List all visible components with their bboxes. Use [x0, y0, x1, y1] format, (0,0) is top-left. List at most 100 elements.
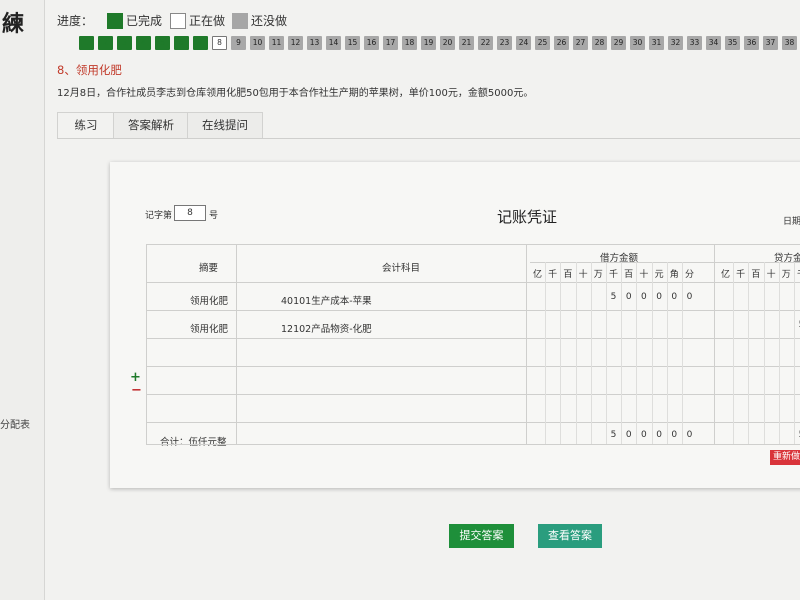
- row2-credit-digit[interactable]: 5: [795, 320, 800, 330]
- question-21-button[interactable]: 21: [459, 36, 474, 50]
- question-5-button[interactable]: 5: [155, 36, 170, 50]
- debit-digit-divider-10: [682, 262, 683, 444]
- question-25-button[interactable]: 25: [535, 36, 550, 50]
- question-32-button[interactable]: 32: [668, 36, 683, 50]
- total-debit-digit[interactable]: 0: [668, 430, 681, 440]
- question-10-button[interactable]: 10: [250, 36, 265, 50]
- voucher-number-input[interactable]: 8: [174, 205, 206, 221]
- debit-unit-5: 千: [608, 270, 618, 280]
- row-divider-5: [146, 394, 800, 395]
- legend-done: 已完成: [107, 12, 162, 29]
- question-30-button[interactable]: 30: [630, 36, 645, 50]
- row1-debit-digit[interactable]: 0: [668, 292, 681, 302]
- question-36-button[interactable]: 36: [744, 36, 759, 50]
- row2-account[interactable]: 12102产品物资-化肥: [281, 321, 372, 335]
- question-35-button[interactable]: 35: [725, 36, 740, 50]
- row-divider-2: [146, 310, 800, 311]
- question-23-button[interactable]: 23: [497, 36, 512, 50]
- row-divider-1: [146, 282, 800, 283]
- question-31-button[interactable]: 31: [649, 36, 664, 50]
- row1-debit-digit[interactable]: 0: [637, 292, 650, 302]
- tab-practice[interactable]: 练习: [57, 112, 115, 138]
- question-17-button[interactable]: 17: [383, 36, 398, 50]
- total-debit-digit[interactable]: 5: [607, 430, 620, 440]
- credit-digit-divider-1: [733, 262, 735, 444]
- tab-bar: 练习 答案解析 在线提问: [57, 112, 800, 139]
- credit-digit-divider-4: [778, 262, 780, 444]
- total-debit-digit[interactable]: 0: [622, 430, 635, 440]
- question-3-button[interactable]: 3: [117, 36, 132, 50]
- question-37-button[interactable]: 37: [763, 36, 778, 50]
- row-divider-0: [146, 244, 800, 245]
- question-6-button[interactable]: 6: [174, 36, 189, 50]
- question-12-button[interactable]: 12: [288, 36, 303, 50]
- view-answer-button[interactable]: 查看答案: [538, 524, 602, 548]
- debit-unit-9: 角: [669, 270, 679, 280]
- debit-digit-divider-5: [606, 262, 607, 444]
- credit-unit-3: 十: [766, 270, 776, 280]
- tab-online-question[interactable]: 在线提问: [187, 112, 263, 138]
- legend-todo: 还没做: [232, 12, 287, 29]
- row2-summary[interactable]: 领用化肥: [190, 321, 228, 335]
- question-7-button[interactable]: 7: [193, 36, 208, 50]
- question-14-button[interactable]: 14: [326, 36, 341, 50]
- question-29-button[interactable]: 29: [611, 36, 626, 50]
- row1-account[interactable]: 40101生产成本-苹果: [281, 293, 372, 307]
- question-27-button[interactable]: 27: [573, 36, 588, 50]
- question-title: 8、领用化肥: [57, 63, 122, 77]
- question-11-button[interactable]: 11: [269, 36, 284, 50]
- question-18-button[interactable]: 18: [402, 36, 417, 50]
- question-28-button[interactable]: 28: [592, 36, 607, 50]
- debit-unit-0: 亿: [532, 270, 542, 280]
- submit-answer-button[interactable]: 提交答案: [449, 524, 514, 548]
- question-38-button[interactable]: 38: [782, 36, 797, 50]
- row1-debit-digit[interactable]: 5: [607, 292, 620, 302]
- question-24-button[interactable]: 24: [516, 36, 531, 50]
- debit-unit-10: 分: [684, 270, 694, 280]
- question-15-button[interactable]: 15: [345, 36, 360, 50]
- row-divider-6: [146, 422, 800, 423]
- debit-unit-4: 万: [593, 270, 603, 280]
- total-debit-digit[interactable]: 0: [637, 430, 650, 440]
- question-26-button[interactable]: 26: [554, 36, 569, 50]
- total-debit-digit[interactable]: 0: [683, 430, 696, 440]
- question-text: 12月8日，合作社成员李志到仓库领用化肥50包用于本合作社生产期的苹果树，单价1…: [57, 88, 534, 99]
- question-34-button[interactable]: 34: [706, 36, 721, 50]
- question-22-button[interactable]: 22: [478, 36, 493, 50]
- debit-unit-8: 元: [654, 270, 664, 280]
- question-9-button[interactable]: 9: [231, 36, 246, 50]
- remove-row-icon[interactable]: −: [131, 383, 142, 398]
- amount-header-divider: [530, 262, 800, 263]
- row1-debit-digit[interactable]: 0: [683, 292, 696, 302]
- question-20-button[interactable]: 20: [440, 36, 455, 50]
- question-33-button[interactable]: 33: [687, 36, 702, 50]
- sidebar-item-fragment[interactable]: 分配表: [0, 416, 30, 431]
- row1-summary[interactable]: 领用化肥: [190, 293, 228, 307]
- question-4-button[interactable]: 4: [136, 36, 151, 50]
- question-1-button[interactable]: 1: [79, 36, 94, 50]
- legend-todo-swatch: [232, 12, 248, 29]
- credit-unit-4: 万: [781, 270, 791, 280]
- question-13-button[interactable]: 13: [307, 36, 322, 50]
- date-label: 日期: [783, 217, 800, 227]
- legend-doing-label: 正在做: [189, 14, 226, 28]
- reset-button[interactable]: 重新做: [770, 450, 800, 465]
- voucher-number-suffix: 号: [209, 211, 219, 221]
- question-2-button[interactable]: 2: [98, 36, 113, 50]
- total-credit-digit[interactable]: 5: [795, 430, 800, 440]
- debit-unit-3: 十: [578, 270, 588, 280]
- credit-unit-1: 千: [736, 270, 746, 280]
- question-16-button[interactable]: 16: [364, 36, 379, 50]
- total-debit-digit[interactable]: 0: [653, 430, 666, 440]
- row1-debit-digit[interactable]: 0: [622, 292, 635, 302]
- voucher-table: 摘要 会计科目 借方金额 贷方金 领用化肥 40101生产成本-苹果 领用化肥 …: [146, 244, 800, 448]
- question-19-button[interactable]: 19: [421, 36, 436, 50]
- row-divider-4: [146, 366, 800, 367]
- left-sidebar: 練 分配表: [0, 0, 45, 600]
- tab-answer-analysis[interactable]: 答案解析: [113, 112, 189, 138]
- question-8-button[interactable]: 8: [212, 36, 227, 50]
- total-label: 合计：伍仟元整: [160, 437, 227, 448]
- voucher-title: 记账凭证: [497, 208, 558, 226]
- row1-debit-digit[interactable]: 0: [653, 292, 666, 302]
- debit-digit-divider-6: [621, 262, 623, 444]
